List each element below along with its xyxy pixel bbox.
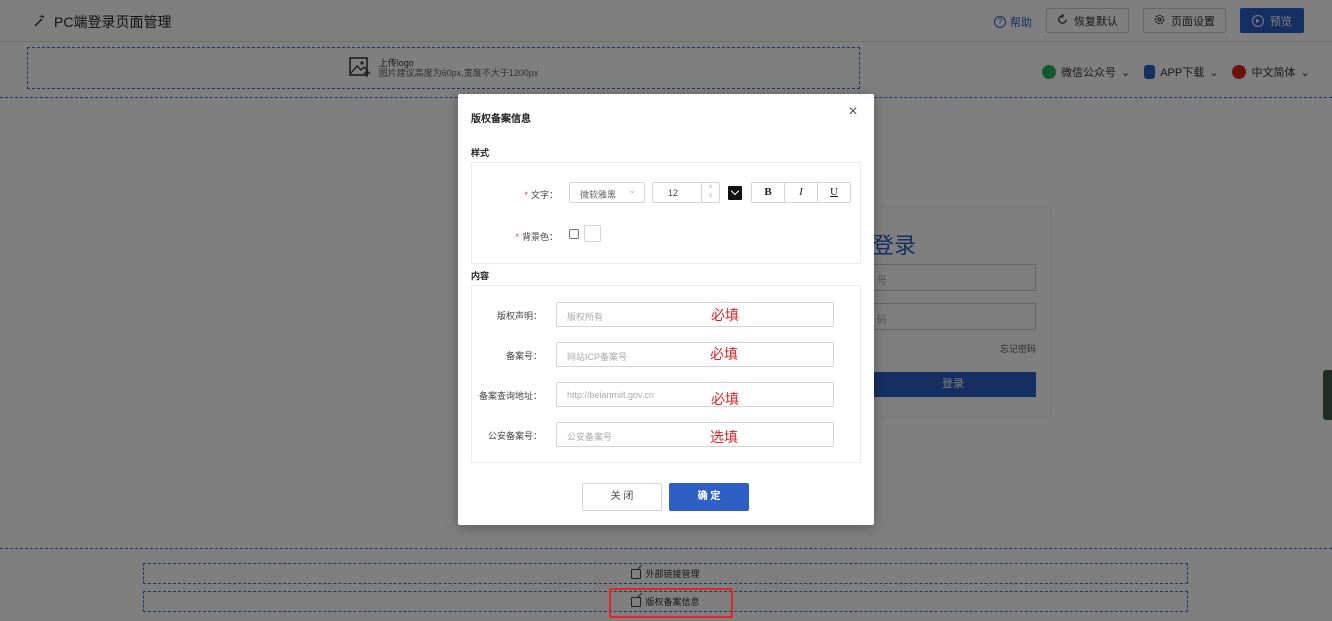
copyright-input[interactable]: 版权所有 bbox=[556, 302, 834, 327]
bg-color-picker[interactable] bbox=[584, 225, 601, 242]
required-note: 必填 bbox=[710, 346, 738, 362]
query-url-label: 备案查询地址： bbox=[478, 391, 542, 401]
stepper-arrows-icon[interactable]: ˄ ˅ bbox=[701, 183, 719, 202]
highlight-annotation bbox=[609, 588, 733, 618]
chevron-down-icon: ⌄ bbox=[628, 185, 636, 195]
required-note: 必填 bbox=[711, 391, 739, 407]
italic-button[interactable]: I bbox=[785, 183, 818, 202]
bold-button[interactable]: B bbox=[752, 183, 785, 202]
content-section: 版权声明： 版权所有 必填 备案号： 网站ICP备案号 必填 备案查询地址： h… bbox=[471, 285, 861, 463]
content-section-label: 内容 bbox=[471, 271, 490, 281]
font-size-stepper[interactable]: 12 ˄ ˅ bbox=[652, 182, 720, 203]
style-section: * 文字： 微软雅黑 ⌄ 12 ˄ ˅ B I U * 背景色： bbox=[471, 162, 861, 264]
confirm-button[interactable]: 确 定 bbox=[669, 483, 749, 511]
bg-color-checkbox[interactable] bbox=[569, 229, 579, 239]
close-icon[interactable]: × bbox=[846, 104, 860, 120]
copyright-modal: 版权备案信息 × 样式 * 文字： 微软雅黑 ⌄ 12 ˄ ˅ B I U * 背景色… bbox=[458, 94, 874, 525]
bg-color-label: * 背景色： bbox=[515, 232, 558, 242]
modal-title: 版权备案信息 bbox=[471, 114, 531, 125]
optional-note: 选填 bbox=[710, 429, 738, 445]
underline-button[interactable]: U bbox=[818, 183, 850, 202]
format-button-group: B I U bbox=[751, 182, 851, 203]
text-color-picker[interactable] bbox=[728, 186, 742, 200]
font-family-select[interactable]: 微软雅黑 ⌄ bbox=[569, 182, 645, 203]
police-record-label: 公安备案号： bbox=[487, 431, 542, 441]
copyright-label: 版权声明： bbox=[496, 311, 542, 321]
font-label: * 文字： bbox=[524, 190, 558, 200]
query-url-input[interactable]: http://beianmiit.gov.cn bbox=[556, 382, 834, 407]
close-button[interactable]: 关 闭 bbox=[582, 483, 662, 511]
required-note: 必填 bbox=[711, 307, 739, 323]
style-section-label: 样式 bbox=[471, 148, 490, 158]
police-record-input[interactable]: 公安备案号 bbox=[556, 422, 834, 447]
icp-input[interactable]: 网站ICP备案号 bbox=[556, 342, 834, 367]
icp-label: 备案号： bbox=[505, 351, 542, 361]
